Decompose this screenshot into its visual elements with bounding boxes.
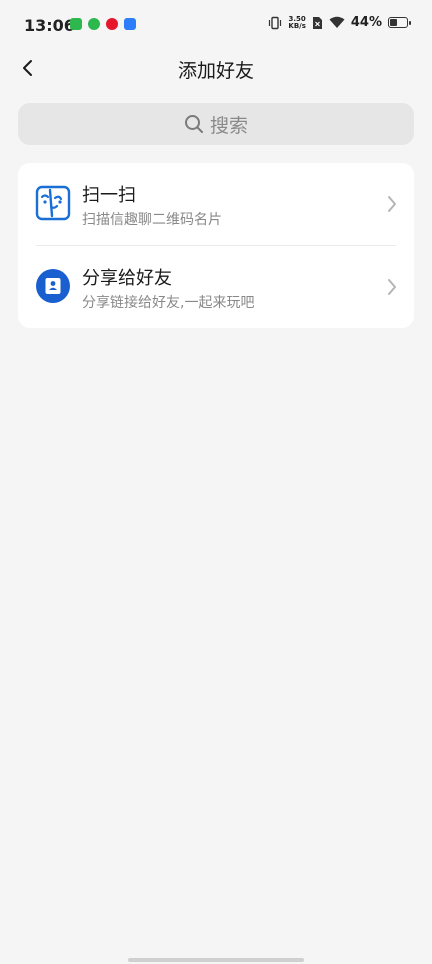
menu-item-label: 分享给好友 <box>82 268 172 289</box>
weibo-notification-icon <box>106 18 118 30</box>
battery-percent: 44% <box>350 15 382 30</box>
contact-card-icon <box>36 269 70 303</box>
menu-item-subtitle: 扫描信趣聊二维码名片 <box>82 212 222 228</box>
vibrate-icon <box>269 16 282 29</box>
wechat-notification-icon <box>70 18 82 30</box>
home-indicator[interactable] <box>128 958 304 962</box>
notification-icons <box>70 18 136 30</box>
scan-icon <box>35 185 71 221</box>
app-notification-icon <box>88 18 100 30</box>
status-bar: 13:06 3.50 KB/s 44% <box>0 0 432 50</box>
search-bar[interactable]: 搜索 <box>18 103 414 145</box>
menu-item-subtitle: 分享链接给好友,一起来玩吧 <box>82 295 255 311</box>
add-friend-options-card: 扫一扫 扫描信趣聊二维码名片 分享给好友 分享链接给好友,一起来玩吧 <box>18 163 414 328</box>
chevron-right-icon <box>388 196 396 212</box>
menu-item-scan[interactable]: 扫一扫 扫描信趣聊二维码名片 <box>18 163 414 245</box>
search-icon <box>184 115 203 133</box>
menu-item-share[interactable]: 分享给好友 分享链接给好友,一起来玩吧 <box>18 246 414 328</box>
menu-item-label: 扫一扫 <box>82 185 136 206</box>
network-speed: 3.50 KB/s <box>288 15 306 30</box>
battery-icon <box>388 17 411 28</box>
status-time: 13:06 <box>24 16 75 35</box>
chevron-right-icon <box>388 279 396 295</box>
system-status-icons: 3.50 KB/s 44% <box>268 15 411 30</box>
title-bar: 添加好友 <box>0 50 432 90</box>
page-title: 添加好友 <box>177 60 254 82</box>
search-placeholder: 搜索 <box>209 114 248 137</box>
network-speed-unit: KB/s <box>288 21 306 30</box>
wifi-icon <box>329 16 345 28</box>
app-notification-icon-2 <box>124 18 136 30</box>
no-sim-icon <box>312 16 322 29</box>
